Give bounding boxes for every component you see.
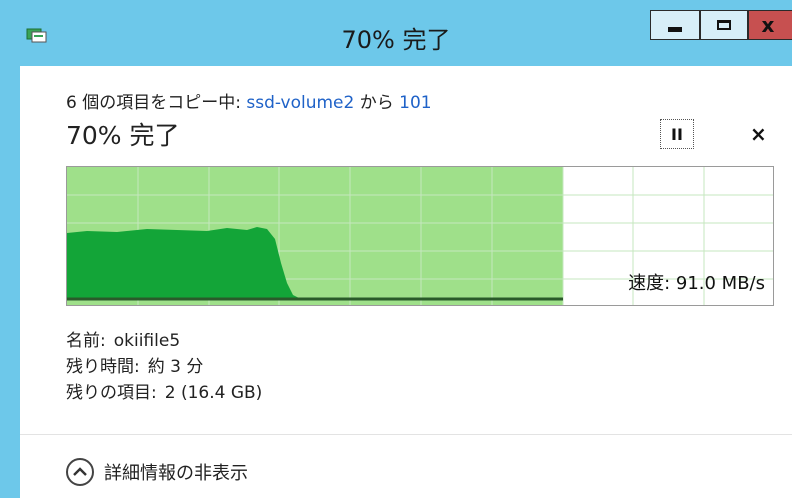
time-remaining-label: 残り時間: (66, 357, 140, 377)
time-remaining-value: 約 3 分 (147, 357, 204, 377)
copy-progress-window: 70% 完了 x 6 個の項目をコピー中: ssd-volume2 から 101… (0, 0, 792, 498)
detail-items-row: 残りの項目: 2 (16.4 GB) (66, 380, 262, 406)
close-button[interactable]: x (748, 10, 792, 40)
copy-prefix: 6 個の項目をコピー中: (66, 93, 247, 113)
source-link[interactable]: ssd-volume2 (246, 93, 354, 113)
title-bar[interactable]: 70% 完了 x (0, 10, 792, 66)
progress-status: 70% 完了 (66, 121, 180, 150)
detail-name-row: 名前: okiifile5 (66, 328, 262, 354)
details-toggle-label: 詳細情報の非表示 (104, 463, 248, 484)
copy-middle: から (354, 93, 400, 113)
name-label: 名前: (66, 331, 106, 351)
transfer-speed-label: 速度: 91.0 MB/s (628, 273, 765, 294)
cancel-button[interactable]: × (750, 122, 767, 146)
copy-description: 6 個の項目をコピー中: ssd-volume2 から 101 (66, 88, 432, 113)
name-value: okiifile5 (113, 331, 181, 351)
detail-time-row: 残り時間: 約 3 分 (66, 354, 262, 380)
destination-link[interactable]: 101 (399, 93, 431, 113)
details-toggle[interactable]: 詳細情報の非表示 (66, 458, 248, 486)
minimize-icon (668, 26, 682, 32)
pause-button[interactable]: II (660, 119, 694, 149)
close-icon: x (761, 13, 775, 37)
minimize-button[interactable] (650, 10, 700, 40)
maximize-button[interactable] (700, 10, 748, 40)
items-remaining-value: 2 (16.4 GB) (164, 383, 263, 403)
chevron-up-icon (66, 458, 94, 486)
copy-details: 名前: okiifile5 残り時間: 約 3 分 残りの項目: 2 (16.4… (66, 328, 262, 406)
transfer-speed-graph: 速度: 91.0 MB/s (66, 166, 774, 306)
maximize-icon (717, 20, 731, 30)
items-remaining-label: 残りの項目: (66, 383, 157, 403)
divider (20, 434, 792, 435)
pause-icon: II (671, 124, 683, 144)
dialog-body: 6 個の項目をコピー中: ssd-volume2 から 101 70% 完了 I… (20, 66, 792, 498)
